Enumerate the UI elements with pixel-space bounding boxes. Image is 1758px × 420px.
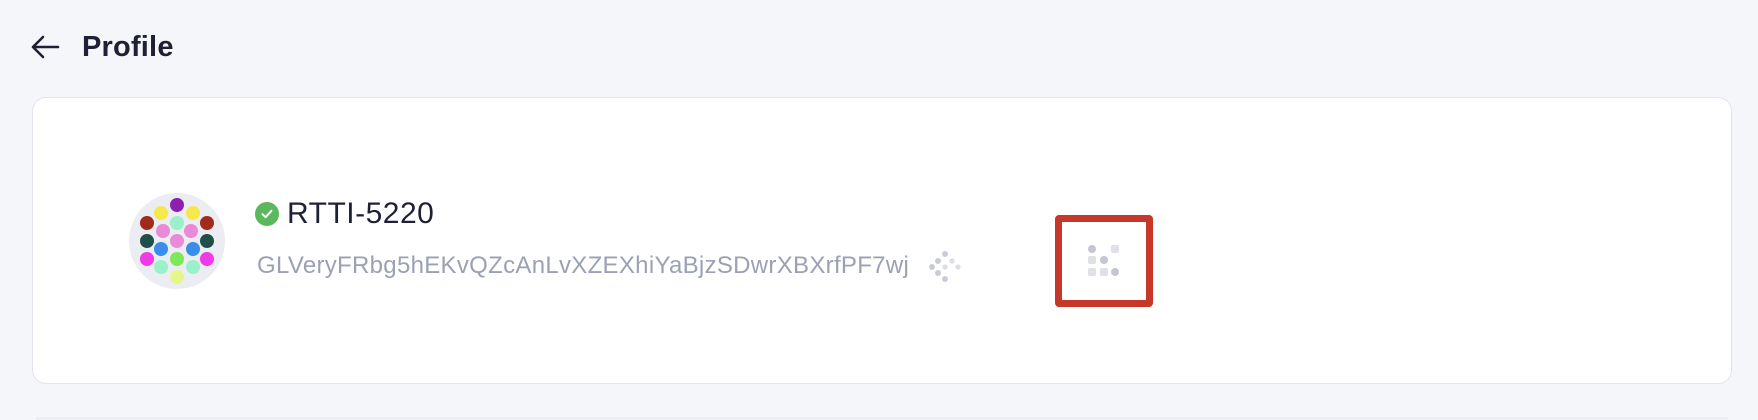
wallet-address: GLVeryFRbg5hEKvQZcAnLvXZEXhiYaBjzSDwrXBX…: [257, 252, 910, 279]
page-header: Profile: [28, 26, 174, 68]
avatar: [129, 193, 225, 289]
check-circle-icon: [255, 202, 279, 226]
avatar-dot: [184, 224, 198, 238]
identicon-avatar: [140, 198, 214, 284]
copy-dots-icon[interactable]: [927, 248, 963, 284]
avatar-dot: [154, 242, 168, 256]
avatar-dot: [186, 206, 200, 220]
avatar-dot: [186, 260, 200, 274]
arrow-left-icon: [31, 35, 60, 59]
avatar-dot: [154, 260, 168, 274]
avatar-dot: [140, 252, 154, 266]
avatar-dot: [200, 252, 214, 266]
avatar-dot: [156, 224, 170, 238]
username: RTTI-5220: [287, 197, 435, 230]
back-button[interactable]: [28, 30, 62, 64]
avatar-dot: [170, 252, 184, 266]
avatar-dot: [170, 234, 184, 248]
avatar-dot: [200, 216, 214, 230]
avatar-dot: [170, 270, 184, 284]
avatar-dot: [170, 198, 184, 212]
page-title: Profile: [82, 30, 174, 63]
avatar-dot: [170, 216, 184, 230]
address-row: GLVeryFRbg5hEKvQZcAnLvXZEXhiYaBjzSDwrXBX…: [257, 248, 963, 284]
avatar-dot: [200, 234, 214, 248]
avatar-dot: [140, 234, 154, 248]
avatar-dot: [154, 206, 168, 220]
avatar-dot: [140, 216, 154, 230]
name-row: RTTI-5220: [255, 194, 434, 234]
avatar-dot: [186, 242, 200, 256]
qr-code-button[interactable]: [1055, 215, 1153, 307]
profile-card: RTTI-5220 GLVeryFRbg5hEKvQZcAnLvXZEXhiYa…: [32, 97, 1732, 384]
qr-code-icon: [1088, 245, 1119, 276]
